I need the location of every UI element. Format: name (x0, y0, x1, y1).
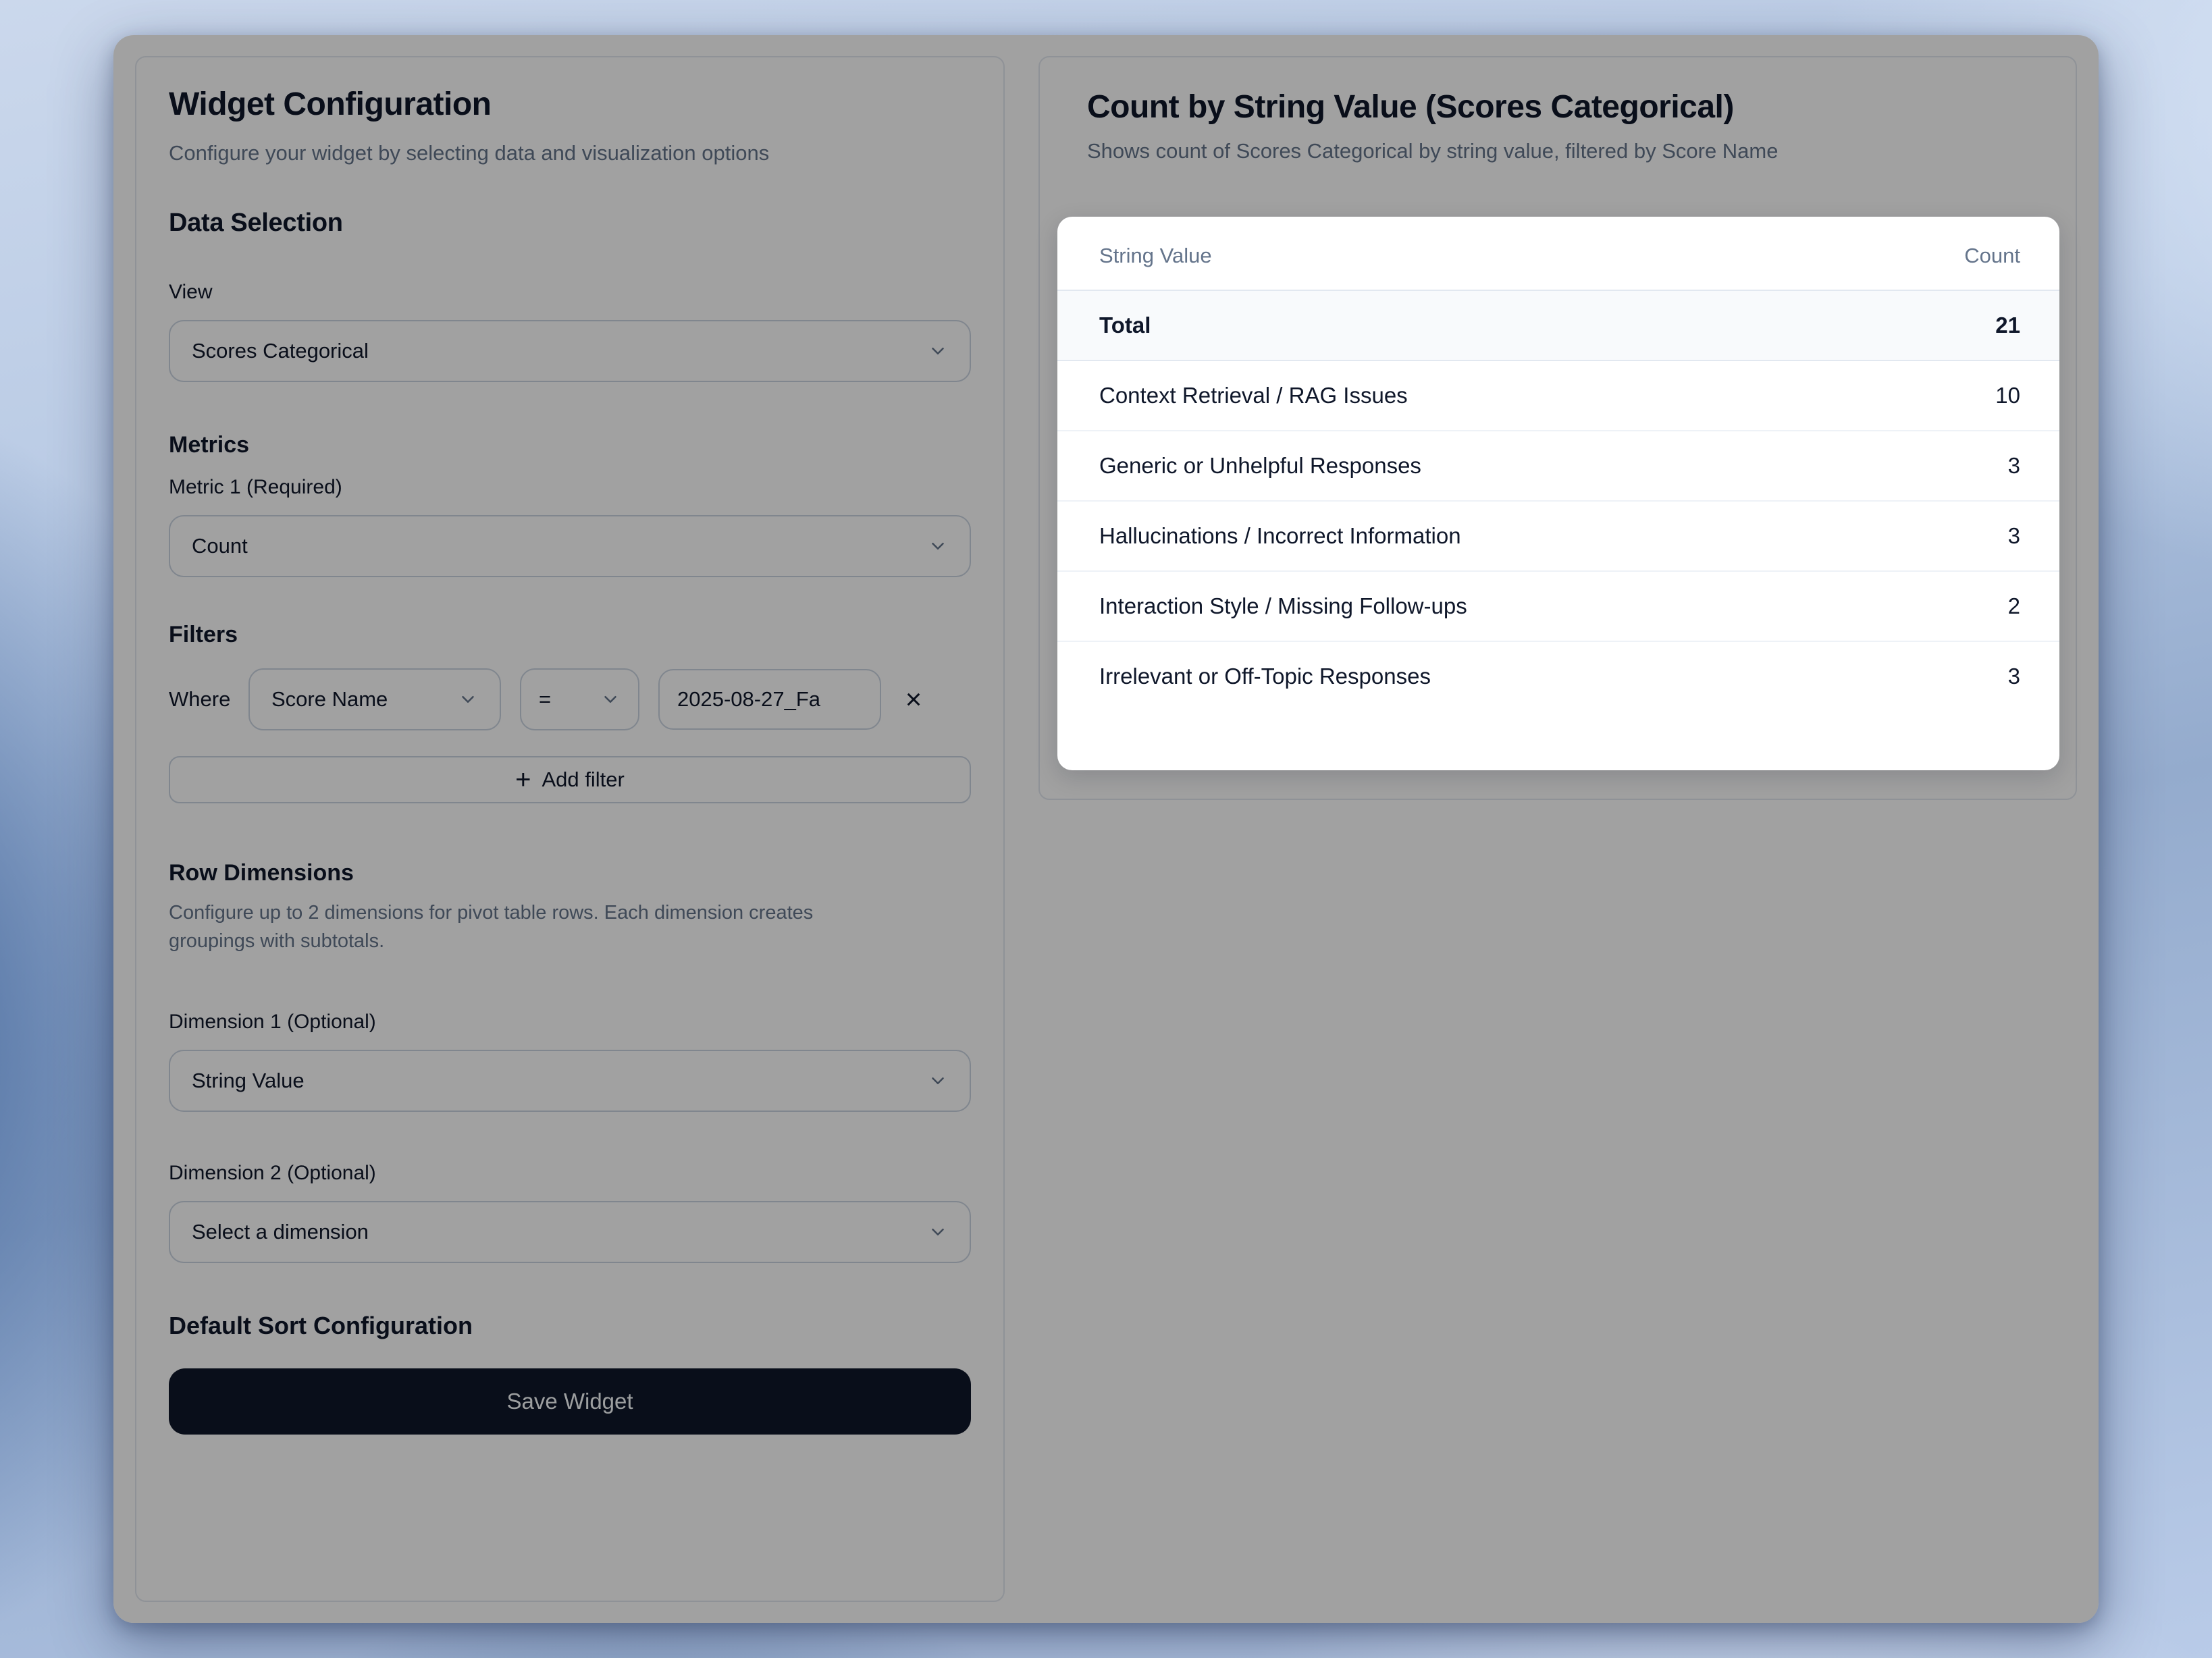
row-count: 21 (1995, 313, 2020, 338)
table-row: Generic or Unhelpful Responses 3 (1057, 431, 2059, 502)
table-row: Interaction Style / Missing Follow-ups 2 (1057, 572, 2059, 642)
row-count: 2 (2008, 593, 2020, 619)
column-header-string-value: String Value (1099, 244, 1212, 268)
table-row: Context Retrieval / RAG Issues 10 (1057, 361, 2059, 431)
table-total-row: Total 21 (1057, 291, 2059, 361)
column-header-count: Count (1964, 244, 2020, 268)
row-label: Generic or Unhelpful Responses (1099, 453, 1421, 479)
row-label: Total (1099, 313, 1151, 338)
row-label: Hallucinations / Incorrect Information (1099, 523, 1461, 549)
widget-config-dialog: Widget Configuration Configure your widg… (113, 35, 2099, 1623)
row-label: Interaction Style / Missing Follow-ups (1099, 593, 1467, 619)
row-count: 10 (1995, 383, 2020, 408)
pivot-table-card: String Value Count Total 21 Context Retr… (1057, 217, 2059, 770)
table-row: Hallucinations / Incorrect Information 3 (1057, 502, 2059, 572)
table-row: Irrelevant or Off-Topic Responses 3 (1057, 642, 2059, 711)
row-count: 3 (2008, 523, 2020, 549)
row-count: 3 (2008, 453, 2020, 479)
table-header-row: String Value Count (1057, 217, 2059, 291)
row-count: 3 (2008, 664, 2020, 689)
row-label: Context Retrieval / RAG Issues (1099, 383, 1408, 408)
table-body: Context Retrieval / RAG Issues 10 Generi… (1057, 361, 2059, 711)
row-label: Irrelevant or Off-Topic Responses (1099, 664, 1431, 689)
